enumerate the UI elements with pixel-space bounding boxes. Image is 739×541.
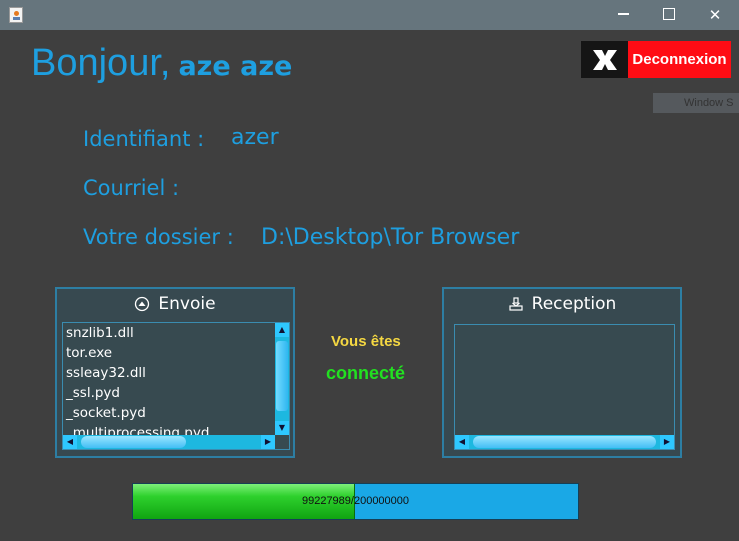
email-label: Courriel : [83,176,180,200]
file-list-item[interactable]: snzlib1.dll [63,323,289,343]
file-list-item[interactable]: ssleay32.dll [63,363,289,383]
receive-file-list[interactable]: ◀ ▶ [454,324,675,450]
horizontal-scroll-thumb[interactable] [81,436,186,448]
send-panel-title: Envoie [158,294,216,314]
scroll-left-arrow-icon[interactable]: ◀ [63,435,77,449]
minimize-icon [617,13,629,15]
folder-path: D:\Desktop\Tor Browser [261,225,520,250]
maximize-button[interactable] [646,0,692,30]
logout-label: Deconnexion [628,41,731,78]
close-icon: ✕ [708,6,722,24]
folder-label: Votre dossier : [83,225,234,249]
title-bar: ✕ [0,0,739,30]
scroll-right-arrow-icon[interactable]: ▶ [261,435,275,449]
logout-x-icon [581,41,628,78]
receive-panel-header: Reception [444,289,680,319]
send-file-list[interactable]: snzlib1.dll tor.exe ssleay32.dll _ssl.pyd _s… [62,322,290,450]
window-overlay-fragment: Window S [653,93,739,113]
scroll-right-arrow-icon[interactable]: ▶ [660,435,674,449]
file-list-item[interactable]: _socket.pyd [63,403,289,423]
minimize-button[interactable] [600,0,646,30]
file-list-item[interactable]: _ssl.pyd [63,383,289,403]
upload-circle-icon [135,296,150,312]
scroll-down-arrow-icon[interactable]: ▼ [275,421,289,435]
greeting-text: Bonjour, [31,42,171,84]
scroll-left-arrow-icon[interactable]: ◀ [455,435,469,449]
send-horizontal-scrollbar[interactable]: ◀ ▶ [63,435,275,449]
download-tray-icon [509,297,523,311]
user-name: aze aze [178,51,293,82]
logout-button[interactable]: Deconnexion [581,41,731,78]
scroll-up-arrow-icon[interactable]: ▲ [275,323,289,337]
receive-panel-title: Reception [531,294,617,314]
file-list-item[interactable]: tor.exe [63,343,289,363]
progress-text: 99227989/200000000 [301,495,410,507]
java-app-icon [9,7,23,23]
transfer-progress-bar: 99227989/200000000 [132,483,579,520]
id-value: azer [231,125,279,150]
vertical-scroll-thumb[interactable] [276,341,288,411]
close-button[interactable]: ✕ [692,0,738,30]
id-label: Identifiant : [83,127,205,151]
send-panel-header: Envoie [57,289,293,319]
connection-status-line1: Vous êtes [331,333,401,350]
maximize-icon [663,8,675,20]
send-vertical-scrollbar[interactable]: ▲ ▼ [275,323,289,435]
receive-panel: Reception ◀ ▶ [442,287,682,458]
greeting: Bonjour, aze aze [31,42,292,85]
receive-horizontal-scrollbar[interactable]: ◀ ▶ [455,435,674,449]
send-panel: Envoie snzlib1.dll tor.exe ssleay32.dll _ss… [55,287,295,458]
connection-status-line2: connecté [326,363,406,383]
horizontal-scroll-thumb[interactable] [473,436,656,448]
